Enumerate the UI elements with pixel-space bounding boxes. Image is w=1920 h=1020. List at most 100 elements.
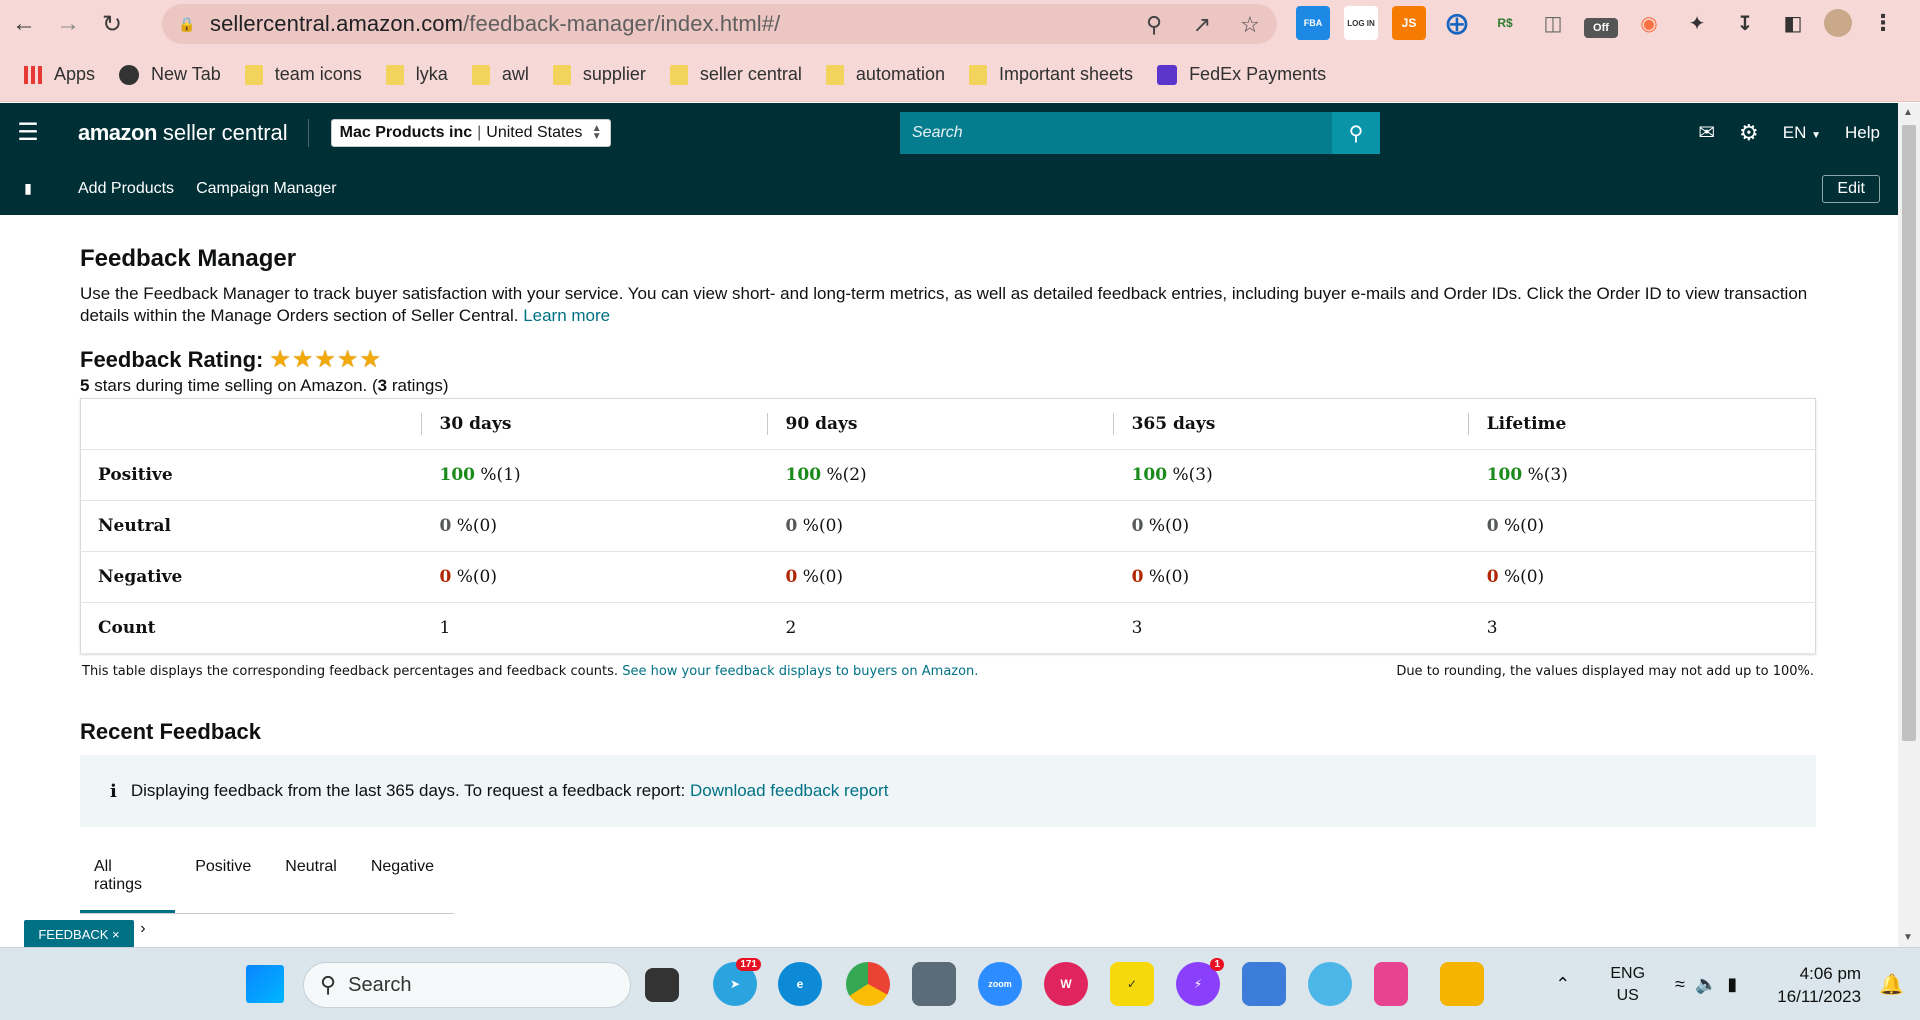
gear-icon[interactable]: ⚙ xyxy=(1739,120,1759,146)
address-bar[interactable]: 🔒 sellercentral.amazon.com/feedback-mana… xyxy=(162,4,1277,44)
fba-extension-icon[interactable]: FBA xyxy=(1296,6,1330,40)
bookmarks-bar: Apps New Tab team icons lyka awl supplie… xyxy=(0,48,1920,102)
login-extension-icon[interactable]: LOG IN xyxy=(1344,6,1378,40)
recent-feedback-title: Recent Feedback xyxy=(80,719,261,744)
cube-extension-icon[interactable]: ◫ xyxy=(1536,6,1570,40)
sidepanel-icon[interactable]: ◧ xyxy=(1776,6,1810,40)
download-report-link[interactable]: Download feedback report xyxy=(690,781,888,801)
amazon-logo[interactable]: amazon seller central xyxy=(78,120,288,146)
tab-negative[interactable]: Negative xyxy=(357,847,448,913)
firefox-extension-icon[interactable]: ◉ xyxy=(1632,6,1666,40)
folder-icon xyxy=(968,64,987,85)
notification-bell-icon[interactable]: 🔔 xyxy=(1879,972,1904,997)
scroll-up-icon[interactable]: ▲ xyxy=(1903,107,1913,118)
nav-campaign-manager[interactable]: Campaign Manager xyxy=(196,180,337,198)
cell: 100 %(3) xyxy=(1467,449,1816,501)
sticky-notes-icon[interactable]: ✓ xyxy=(1110,962,1154,1006)
zoom-icon[interactable]: zoom xyxy=(978,962,1022,1006)
file-explorer-icon[interactable] xyxy=(1440,962,1484,1006)
js-extension-icon[interactable]: JS xyxy=(1392,6,1426,40)
search-input[interactable] xyxy=(900,112,1332,154)
off-extension-icon[interactable]: Off xyxy=(1584,18,1618,38)
tab-all-ratings[interactable]: All ratings xyxy=(80,847,176,913)
reload-icon[interactable]: ↻ xyxy=(92,4,132,44)
cell: 0 %(0) xyxy=(766,500,1113,552)
lock-icon: 🔒 xyxy=(178,15,196,32)
tab-positive[interactable]: Positive xyxy=(181,847,265,913)
scroll-down-icon[interactable]: ▼ xyxy=(1903,932,1913,943)
taskbar-search[interactable]: ⚲ Search xyxy=(303,962,631,1008)
forward-icon[interactable]: → xyxy=(48,4,88,44)
account-selector[interactable]: Mac Products inc | United States ▲ ▼ xyxy=(330,118,611,147)
cell: 3 xyxy=(1112,602,1468,654)
hamburger-menu-icon[interactable]: ☰ xyxy=(0,118,56,147)
download-icon[interactable]: ↧ xyxy=(1728,6,1762,40)
profile-avatar-icon[interactable] xyxy=(1824,9,1852,37)
star-bookmark-icon[interactable]: ☆ xyxy=(1237,12,1263,38)
bookmark-awl[interactable]: awl xyxy=(471,64,529,85)
table-row-neutral: Neutral 0 %(0) 0 %(0) 0 %(0) 0 %(0) xyxy=(80,500,1816,552)
bookmark-supplier[interactable]: supplier xyxy=(552,64,646,85)
info-alert: i Displaying feedback from the last 365 … xyxy=(80,755,1816,827)
edit-button[interactable]: Edit xyxy=(1822,175,1880,203)
bookmark-automation[interactable]: automation xyxy=(825,64,945,85)
scroll-thumb[interactable] xyxy=(1902,125,1916,741)
bookmark-lyka[interactable]: lyka xyxy=(385,64,448,85)
wps-icon[interactable]: W xyxy=(1044,962,1088,1006)
wifi-icon[interactable]: ≈ xyxy=(1675,974,1685,995)
mail-icon[interactable]: ✉ xyxy=(1698,120,1715,145)
bookmark-team-icons[interactable]: team icons xyxy=(244,64,362,85)
windows-start-icon[interactable] xyxy=(246,965,284,1003)
snipping-tool-icon[interactable] xyxy=(1374,962,1408,1006)
puzzle-extensions-icon[interactable]: ✦ xyxy=(1680,6,1714,40)
table-header-row: 30 days 90 days 365 days Lifetime xyxy=(80,398,1816,450)
buyer-display-link[interactable]: See how your feedback displays to buyers… xyxy=(622,664,978,679)
updown-arrows-icon: ▲ ▼ xyxy=(591,122,602,142)
folder-icon xyxy=(552,64,571,85)
volume-icon[interactable]: 🔈 xyxy=(1695,974,1717,995)
tab-neutral[interactable]: Neutral xyxy=(271,847,351,913)
task-view-icon[interactable] xyxy=(645,968,679,1002)
apps-grid-icon xyxy=(24,65,42,84)
kebab-menu-icon[interactable]: ⋮ xyxy=(1866,6,1900,40)
help-link[interactable]: Help xyxy=(1845,123,1880,143)
globe-icon xyxy=(119,64,140,85)
back-icon[interactable]: ← xyxy=(4,4,44,44)
zoom-icon[interactable]: ⚲ xyxy=(1141,12,1167,38)
cell: 0 %(0) xyxy=(1467,500,1816,552)
chevron-up-icon[interactable]: ⌃ xyxy=(1555,974,1570,995)
telegram-icon[interactable]: ➤ 171 xyxy=(713,958,761,1006)
feedback-button[interactable]: FEEDBACK × xyxy=(24,920,134,948)
chrome-icon[interactable] xyxy=(846,962,890,1006)
intro-text: Use the Feedback Manager to track buyer … xyxy=(80,284,1808,325)
bookmark-fedex-payments[interactable]: FedEx Payments xyxy=(1157,64,1326,85)
col-lifetime: Lifetime xyxy=(1467,398,1816,450)
edge-icon[interactable]: e xyxy=(778,962,822,1006)
rs-extension-icon[interactable]: R$ xyxy=(1488,6,1522,40)
bookmark-apps[interactable]: Apps xyxy=(24,64,95,85)
language-indicator[interactable]: ENG US xyxy=(1610,963,1645,1007)
page-scrollbar[interactable]: ▲ ▼ xyxy=(1898,103,1920,947)
messenger-icon[interactable]: ⚡ 1 xyxy=(1176,958,1224,1006)
plus-extension-icon[interactable]: ⨁ xyxy=(1440,6,1474,40)
calculator-icon[interactable] xyxy=(912,962,956,1006)
cell: 2 xyxy=(766,602,1113,654)
rating-label: Feedback Rating: xyxy=(80,346,264,372)
bookmark-new-tab[interactable]: New Tab xyxy=(119,64,221,85)
language-selector[interactable]: EN ▼ xyxy=(1783,123,1821,143)
nav-add-products[interactable]: Add Products xyxy=(78,180,174,198)
learn-more-link[interactable]: Learn more xyxy=(523,306,610,325)
share-icon[interactable]: ↗ xyxy=(1189,12,1215,38)
search-bar: ⚲ xyxy=(900,112,1380,154)
main-content: Feedback Manager Use the Feedback Manage… xyxy=(80,215,1816,938)
chevron-right-icon[interactable]: › xyxy=(140,920,145,938)
clock[interactable]: 4:06 pm 16/11/2023 xyxy=(1777,962,1861,1008)
cell: 100 %(2) xyxy=(766,449,1113,501)
search-icon[interactable]: ⚲ xyxy=(1332,112,1380,154)
battery-icon[interactable]: ▮ xyxy=(1727,974,1737,995)
bookmark-important-sheets[interactable]: Important sheets xyxy=(968,64,1133,85)
bookmark-seller-central[interactable]: seller central xyxy=(669,64,802,85)
paint-icon[interactable] xyxy=(1308,962,1352,1006)
rating-summary: 5 stars during time selling on Amazon. (… xyxy=(80,376,449,395)
notepad-icon[interactable] xyxy=(1242,962,1286,1006)
